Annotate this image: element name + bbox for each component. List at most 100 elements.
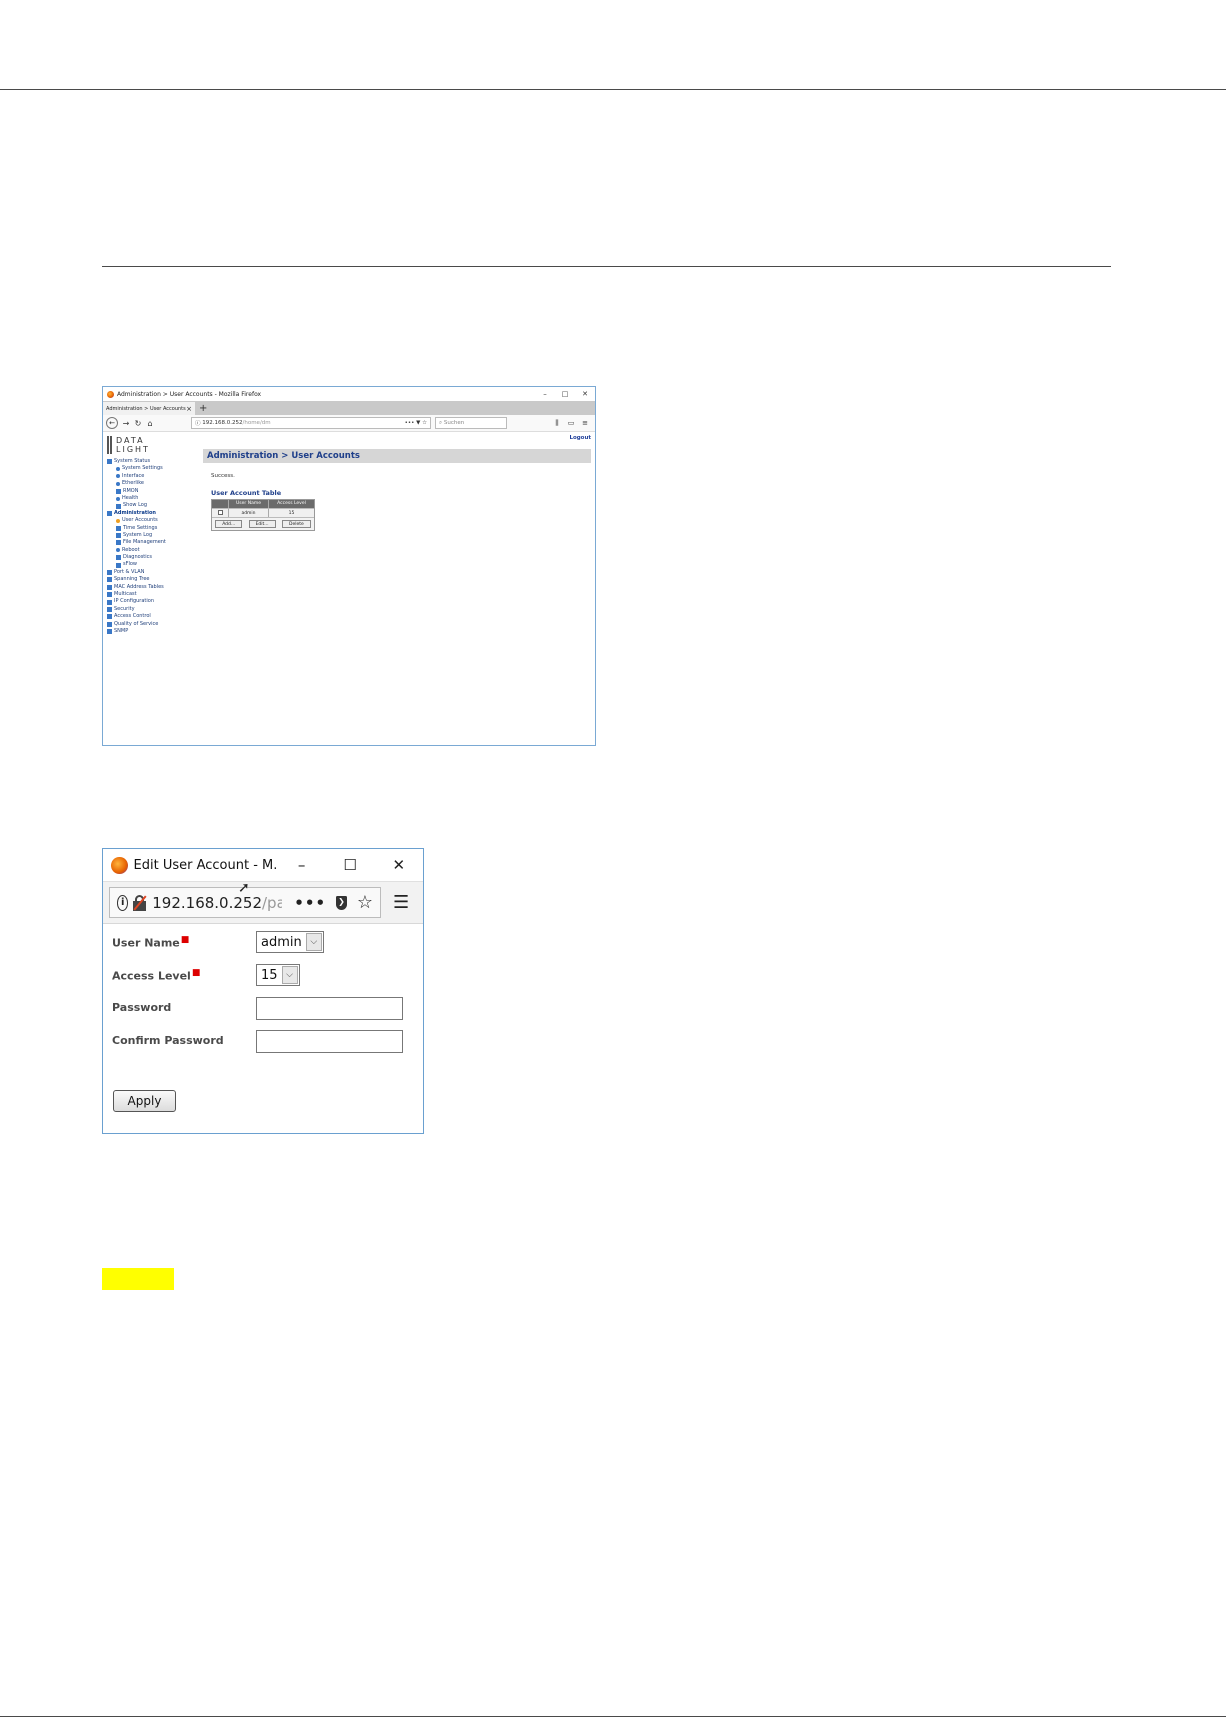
navigation-toolbar: ← → ↻ ⌂ ⓘ 192.168.0.252 /home/dm ••• ▼ ☆… <box>103 415 595 432</box>
apply-button[interactable]: Apply <box>113 1090 176 1112</box>
expand-icon <box>116 540 121 546</box>
bottom-rule <box>0 1716 1226 1717</box>
bookmark-star-icon[interactable]: ☆ <box>422 420 427 426</box>
search-input[interactable]: ⌕ Suchen <box>435 417 507 429</box>
menu-icon[interactable]: ≡ <box>578 419 592 427</box>
password-label: Password <box>112 1001 172 1014</box>
logout-link[interactable]: Logout <box>203 435 591 447</box>
sidebar-item-label: Administration <box>114 509 156 516</box>
window-title: Administration > User Accounts - Mozilla… <box>117 390 262 398</box>
sidebar-item-system-settings[interactable]: System Settings <box>107 465 195 472</box>
expand-icon <box>107 592 112 598</box>
top-rule <box>0 89 1226 90</box>
sidebar-item-file-management[interactable]: File Management <box>107 539 195 546</box>
password-input[interactable] <box>256 997 403 1020</box>
sidebar-item-system-status[interactable]: System Status <box>107 458 195 465</box>
user-name-select[interactable]: admin ⌵ <box>256 931 324 953</box>
expand-icon <box>116 562 121 568</box>
sidebar-item-ip-configuration[interactable]: IP Configuration <box>107 598 195 605</box>
chevron-down-icon[interactable]: ⌵ <box>281 966 298 984</box>
sidebar-item-diagnostics[interactable]: Diagnostics <box>107 554 195 561</box>
sidebar-item-label: RMON <box>123 487 139 494</box>
sidebar-item-user-accounts[interactable]: User Accounts <box>107 517 195 524</box>
home-icon[interactable]: ⌂ <box>144 419 156 428</box>
pocket-icon[interactable]: ❯ <box>336 895 347 910</box>
sidebar-item-snmp[interactable]: SNMP <box>107 628 195 635</box>
sidebar-item-interface[interactable]: Interface <box>107 473 195 480</box>
page-actions-icon[interactable]: ••• <box>294 894 326 912</box>
info-icon[interactable]: i <box>117 894 129 911</box>
yellow-highlight-mark <box>102 1268 174 1290</box>
sidebar-item-label: Quality of Service <box>114 620 159 627</box>
forward-icon[interactable]: → <box>120 419 132 428</box>
expand-icon <box>116 503 121 509</box>
confirm-password-input[interactable] <box>256 1030 403 1053</box>
reload-icon[interactable]: ↻ <box>132 419 144 428</box>
section-rule <box>102 266 1111 267</box>
cell-user-name: admin <box>228 509 268 517</box>
sidebar-item-show-log[interactable]: Show Log <box>107 502 195 509</box>
back-icon[interactable]: ← <box>106 417 118 429</box>
sidebar-item-multicast[interactable]: Multicast <box>107 591 195 598</box>
column-header-access-level: Access Level <box>268 500 314 508</box>
maximize-icon[interactable]: □ <box>555 390 575 398</box>
expand-icon <box>107 629 112 635</box>
delete-button[interactable]: Delete <box>282 520 311 528</box>
page-title: Administration > User Accounts <box>203 449 591 463</box>
minimize-icon[interactable]: – <box>535 390 555 398</box>
library-icon[interactable]: ⫼ <box>550 419 564 428</box>
window-titlebar: Edit User Account - M... – ☐ ✕ <box>103 849 423 881</box>
sidebar-item-sflow[interactable]: sFlow <box>107 561 195 568</box>
sidebar-item-label: IP Configuration <box>114 598 154 605</box>
bullet-icon <box>116 474 120 479</box>
sidebar-item-etherlike[interactable]: Etherlike <box>107 480 195 487</box>
minimize-icon[interactable]: – <box>277 856 326 874</box>
user-name-label: User Name■ <box>112 935 190 950</box>
sidebar-item-spanning-tree[interactable]: Spanning Tree <box>107 576 195 583</box>
logo-line2: LIGHT <box>116 445 150 454</box>
sidebar-item-mac-address-tables[interactable]: MAC Address Tables <box>107 584 195 591</box>
sidebar-item-label: File Management <box>123 539 166 546</box>
chevron-down-icon[interactable]: ⌵ <box>305 933 322 951</box>
sidebar-item-label: User Accounts <box>122 517 158 524</box>
sidebar-toggle-icon[interactable]: ▭ <box>564 419 578 427</box>
add-button[interactable]: Add... <box>215 520 243 528</box>
tab-user-accounts[interactable]: Administration > User Accounts × <box>103 402 195 415</box>
new-tab-icon[interactable]: + <box>199 403 207 415</box>
tab-close-icon[interactable]: × <box>186 405 192 413</box>
confirm-password-label: Confirm Password <box>112 1034 224 1047</box>
required-marker: ■ <box>191 968 201 978</box>
sidebar-item-rmon[interactable]: RMON <box>107 488 195 495</box>
sidebar-item-time-settings[interactable]: Time Settings <box>107 525 195 532</box>
tab-strip: Administration > User Accounts × + <box>103 401 595 415</box>
sidebar-item-port-vlan[interactable]: Port & VLAN <box>107 569 195 576</box>
expand-icon <box>107 584 112 590</box>
menu-icon[interactable]: ☰ <box>393 892 409 913</box>
maximize-icon[interactable]: ☐ <box>326 856 375 874</box>
sidebar-item-reboot[interactable]: Reboot <box>107 547 195 554</box>
edit-button[interactable]: Edit... <box>248 520 276 528</box>
sidebar-item-security[interactable]: Security <box>107 606 195 613</box>
close-icon[interactable]: ✕ <box>575 390 595 398</box>
close-icon[interactable]: ✕ <box>374 856 423 874</box>
address-bar[interactable]: ⓘ 192.168.0.252 /home/dm ••• ▼ ☆ <box>191 417 431 429</box>
sidebar-item-quality-of-service[interactable]: Quality of Service <box>107 621 195 628</box>
sidebar-item-administration[interactable]: Administration <box>107 510 195 517</box>
bookmark-star-icon[interactable]: ☆ <box>357 892 373 913</box>
expand-icon <box>107 577 112 583</box>
page-actions-icon[interactable]: ••• <box>405 420 416 426</box>
status-message: Success. <box>211 473 235 479</box>
expand-icon <box>107 607 112 612</box>
expand-icon <box>116 488 121 494</box>
firefox-icon <box>107 390 114 398</box>
sidebar-item-access-control[interactable]: Access Control <box>107 613 195 620</box>
sidebar-item-health[interactable]: Health <box>107 495 195 502</box>
window-titlebar: Administration > User Accounts - Mozilla… <box>103 387 595 401</box>
bullet-icon <box>116 518 120 523</box>
access-level-select[interactable]: 15 ⌵ <box>256 964 300 986</box>
table-header: User Name Access Level <box>212 500 314 508</box>
sidebar-item-label: Time Settings <box>123 524 158 531</box>
expand-icon <box>116 533 121 539</box>
row-select-checkbox[interactable] <box>217 510 223 515</box>
sidebar-item-system-log[interactable]: System Log <box>107 532 195 539</box>
